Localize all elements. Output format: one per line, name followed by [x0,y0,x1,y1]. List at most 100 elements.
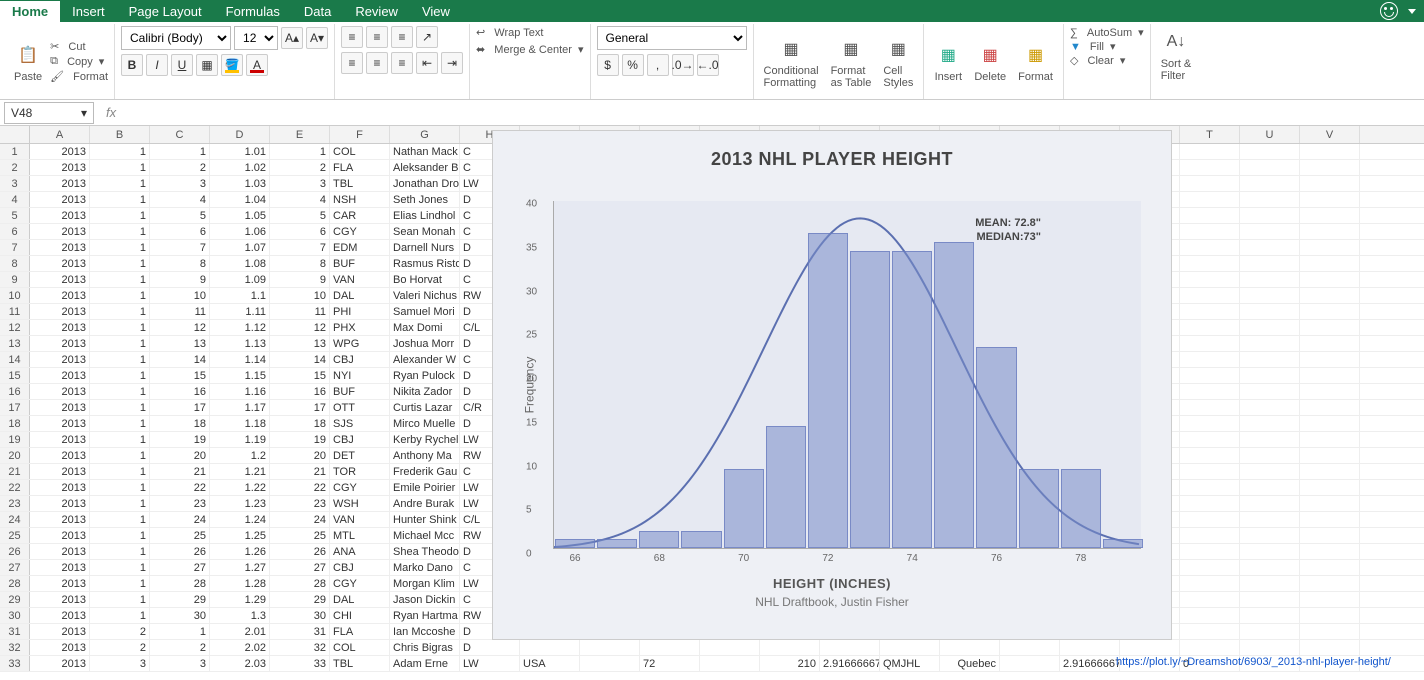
cell[interactable]: 16 [150,384,210,399]
cell[interactable]: 2013 [30,496,90,511]
cell[interactable] [1300,416,1360,431]
cell[interactable] [1240,176,1300,191]
cell[interactable]: 7 [270,240,330,255]
font-name-select[interactable]: Calibri (Body) [121,26,231,50]
cell[interactable]: 2013 [30,192,90,207]
cell[interactable]: Valeri Nichus [390,288,460,303]
cell[interactable]: 3 [270,176,330,191]
cell[interactable]: 2 [90,624,150,639]
cell[interactable]: 1 [90,336,150,351]
cell[interactable] [1000,656,1060,671]
fill-color-button[interactable]: 🪣 [221,54,243,76]
cell[interactable]: 2013 [30,416,90,431]
cell[interactable]: 7 [150,240,210,255]
cell[interactable] [1180,544,1240,559]
cell[interactable] [1300,160,1360,175]
cell[interactable]: QMJHL [880,656,940,671]
fx-icon[interactable]: fx [106,105,116,120]
cell[interactable] [1180,192,1240,207]
col-header-T[interactable]: T [1180,126,1240,143]
cell[interactable]: PHX [330,320,390,335]
clear-button[interactable]: ◇ Clear ▾ [1070,54,1144,67]
align-top-button[interactable]: ≡ [341,26,363,48]
row-header[interactable]: 25 [0,528,30,543]
row-header[interactable]: 7 [0,240,30,255]
cell[interactable]: 1.17 [210,400,270,415]
row-header[interactable]: 20 [0,448,30,463]
cell[interactable] [1180,224,1240,239]
cell[interactable]: 1 [90,352,150,367]
cell[interactable]: 1 [90,256,150,271]
cell[interactable]: USA [520,656,580,671]
row-header[interactable]: 24 [0,512,30,527]
cell[interactable]: 1 [150,624,210,639]
cell[interactable] [1240,208,1300,223]
cell[interactable]: 1 [90,416,150,431]
cell[interactable]: 22 [150,480,210,495]
cell[interactable] [1240,528,1300,543]
cell[interactable]: 5 [270,208,330,223]
cell[interactable]: 2 [150,640,210,655]
cell[interactable]: 19 [270,432,330,447]
cell[interactable] [1240,592,1300,607]
cell[interactable]: VAN [330,272,390,287]
cell[interactable] [1180,576,1240,591]
col-header-F[interactable]: F [330,126,390,143]
cell[interactable]: 9 [270,272,330,287]
increase-font-button[interactable]: A▴ [281,27,303,49]
row-header[interactable]: 19 [0,432,30,447]
cell[interactable]: 19 [150,432,210,447]
cell[interactable]: 2013 [30,304,90,319]
cell[interactable]: Andre Burak [390,496,460,511]
cell[interactable]: SJS [330,416,390,431]
tab-formulas[interactable]: Formulas [214,1,292,22]
cell[interactable] [1180,624,1240,639]
cell[interactable]: 2013 [30,208,90,223]
col-header-V[interactable]: V [1300,126,1360,143]
formula-input[interactable] [124,102,1424,124]
paste-button[interactable]: 📋 Paste [10,39,46,85]
cell[interactable] [1240,400,1300,415]
align-left-button[interactable]: ≡ [341,52,363,74]
cell[interactable] [1300,464,1360,479]
cell[interactable]: Shea Theodo [390,544,460,559]
cell[interactable] [1000,640,1060,655]
cell[interactable] [1300,176,1360,191]
cell[interactable] [1240,336,1300,351]
cell[interactable] [1180,352,1240,367]
indent-increase-button[interactable]: ⇥ [441,52,463,74]
cell[interactable] [1180,432,1240,447]
cell[interactable]: 32 [270,640,330,655]
cell[interactable] [1180,608,1240,623]
number-format-select[interactable]: General [597,26,747,50]
cell[interactable]: 1.23 [210,496,270,511]
cell[interactable] [1300,208,1360,223]
cell[interactable]: EDM [330,240,390,255]
cell[interactable] [1240,304,1300,319]
cell[interactable]: 1.28 [210,576,270,591]
cell[interactable]: 1 [90,176,150,191]
cell[interactable]: 24 [270,512,330,527]
cell[interactable] [1300,272,1360,287]
cell[interactable]: 27 [150,560,210,575]
cell[interactable]: TBL [330,176,390,191]
cell[interactable]: 1.26 [210,544,270,559]
cell[interactable]: 1 [90,192,150,207]
cell[interactable] [1120,640,1180,655]
cell[interactable] [1180,336,1240,351]
cell[interactable]: 1 [90,320,150,335]
cell[interactable]: BUF [330,384,390,399]
cell[interactable]: 17 [150,400,210,415]
cell[interactable]: FLA [330,160,390,175]
cell[interactable] [580,640,640,655]
cell[interactable]: Nathan Mack [390,144,460,159]
col-header-B[interactable]: B [90,126,150,143]
cell[interactable]: 1 [150,144,210,159]
cell[interactable]: COL [330,640,390,655]
cell[interactable]: 1.22 [210,480,270,495]
cell[interactable]: DAL [330,288,390,303]
cell[interactable]: 3 [150,656,210,671]
cell[interactable]: 1.27 [210,560,270,575]
cell[interactable] [520,640,580,655]
border-button[interactable]: ▦ [196,54,218,76]
